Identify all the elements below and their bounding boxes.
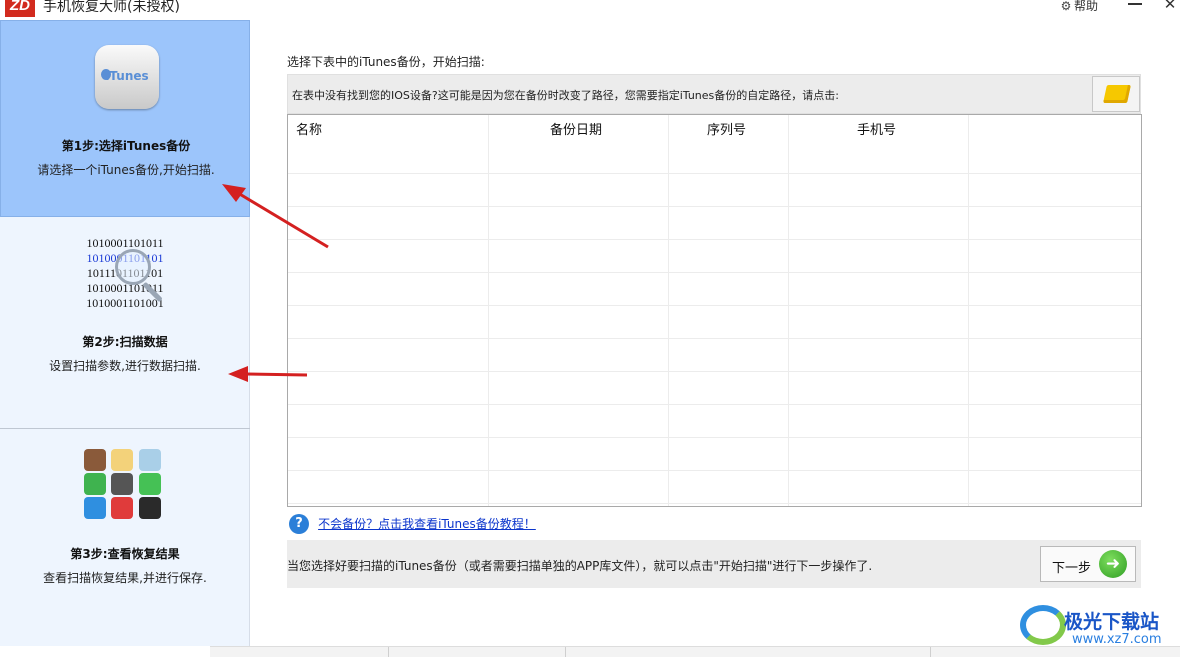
step-2-title: 第2步:扫描数据 xyxy=(82,335,168,349)
arrow-right-icon: ➜ xyxy=(1099,550,1127,578)
help-question-icon: ? xyxy=(289,513,309,534)
watermark-url: www.xz7.com xyxy=(1072,632,1162,647)
window-title: 手机恢复大师(未授权) xyxy=(43,0,180,15)
backup-table[interactable]: 名称 备份日期 序列号 手机号 xyxy=(287,114,1142,507)
custom-path-notice: 在表中没有找到您的IOS设备?这可能是因为您在备份时改变了路径，您需要指定iTu… xyxy=(287,74,1141,114)
table-row-line xyxy=(288,404,1141,405)
video-icon xyxy=(111,473,133,495)
column-header-name[interactable]: 名称 xyxy=(296,119,322,138)
tutorial-row: ? 不会备份？点击我查看iTunes备份教程！ xyxy=(289,513,536,534)
table-row-line xyxy=(288,206,1141,207)
help-button[interactable]: ⚙ 帮助 xyxy=(1058,0,1098,14)
bottom-action-bar: 当您选择好要扫描的iTunes备份（或者需要扫描单独的APP库文件），就可以点击… xyxy=(287,540,1141,588)
notes-icon xyxy=(111,449,133,471)
table-row-line xyxy=(288,371,1141,372)
custom-path-note: 在表中没有找到您的IOS设备?这可能是因为您在备份时改变了路径，您需要指定iTu… xyxy=(292,89,839,102)
help-label: 帮助 xyxy=(1074,0,1099,13)
watermark-logo-icon xyxy=(1020,605,1066,645)
backup-tutorial-link[interactable]: 不会备份？点击我查看iTunes备份教程！ xyxy=(318,517,536,531)
steps-sidebar: iTunes 第1步:选择iTunes备份 请选择一个iTunes备份,开始扫描… xyxy=(0,20,250,646)
table-row-line xyxy=(288,239,1141,240)
next-step-hint: 当您选择好要扫描的iTunes备份（或者需要扫描单独的APP库文件），就可以点击… xyxy=(287,559,873,573)
gear-icon: ⚙ xyxy=(1060,0,1072,13)
instruction-text: 选择下表中的iTunes备份，开始扫描: xyxy=(287,55,485,69)
table-row-line xyxy=(288,470,1141,471)
table-row-line xyxy=(288,272,1141,273)
table-row-line xyxy=(288,503,1141,504)
phone-icon xyxy=(84,473,106,495)
strip-divider xyxy=(388,647,389,657)
binary-line: 1010001101011 xyxy=(86,236,164,250)
step-3-title: 第3步:查看恢复结果 xyxy=(70,547,180,561)
next-step-button[interactable]: 下一步 ➜ xyxy=(1040,546,1136,582)
step-3-view-results[interactable]: 第3步:查看恢复结果 查看扫描恢复结果,并进行保存. xyxy=(0,429,250,646)
magnifier-icon xyxy=(115,249,151,285)
itunes-icon: iTunes xyxy=(95,45,159,109)
table-row-line xyxy=(288,173,1141,174)
step-3-desc: 查看扫描恢复结果,并进行保存. xyxy=(43,571,207,585)
app-window: ZD 手机恢复大师(未授权) ⚙ 帮助 ✕ iTunes 第1步:选择iTunes… xyxy=(0,0,1180,657)
table-header: 名称 备份日期 序列号 手机号 xyxy=(288,115,1141,141)
browse-folder-button[interactable] xyxy=(1092,76,1140,112)
close-button[interactable]: ✕ xyxy=(1161,0,1179,13)
watermark: 极光下载站 www.xz7.com xyxy=(1014,605,1174,653)
sms-icon xyxy=(84,497,106,519)
binary-line: 1010001101001 xyxy=(86,296,164,310)
wechat-icon xyxy=(139,473,161,495)
next-step-label: 下一步 xyxy=(1052,561,1092,576)
column-header-serial[interactable]: 序列号 xyxy=(707,119,746,138)
minimize-button[interactable] xyxy=(1128,3,1142,5)
watermark-text: 极光下载站 xyxy=(1064,611,1160,633)
itunes-icon-text: iTunes xyxy=(105,69,149,83)
title-bar: ZD 手机恢复大师(未授权) ⚙ 帮助 ✕ xyxy=(0,0,1180,20)
step-1-desc: 请选择一个iTunes备份,开始扫描. xyxy=(37,163,215,177)
step-1-title: 第1步:选择iTunes备份 xyxy=(61,139,191,153)
photos-icon xyxy=(139,449,161,471)
contacts-icon xyxy=(84,449,106,471)
folder-icon xyxy=(1103,85,1131,103)
step-1-select-backup[interactable]: iTunes 第1步:选择iTunes备份 请选择一个iTunes备份,开始扫描… xyxy=(0,20,250,217)
strip-divider xyxy=(565,647,566,657)
step-2-scan-data[interactable]: 1010001101011 1010001101101 101110110110… xyxy=(0,217,250,429)
table-row-line xyxy=(288,305,1141,306)
column-header-phone[interactable]: 手机号 xyxy=(857,119,896,138)
qq-icon xyxy=(139,497,161,519)
strip-divider xyxy=(930,647,931,657)
step-2-desc: 设置扫描参数,进行数据扫描. xyxy=(49,359,201,373)
app-logo: ZD xyxy=(5,0,35,17)
column-header-date[interactable]: 备份日期 xyxy=(550,119,602,138)
table-row-line xyxy=(288,437,1141,438)
table-row-line xyxy=(288,338,1141,339)
voice-memo-icon xyxy=(111,497,133,519)
